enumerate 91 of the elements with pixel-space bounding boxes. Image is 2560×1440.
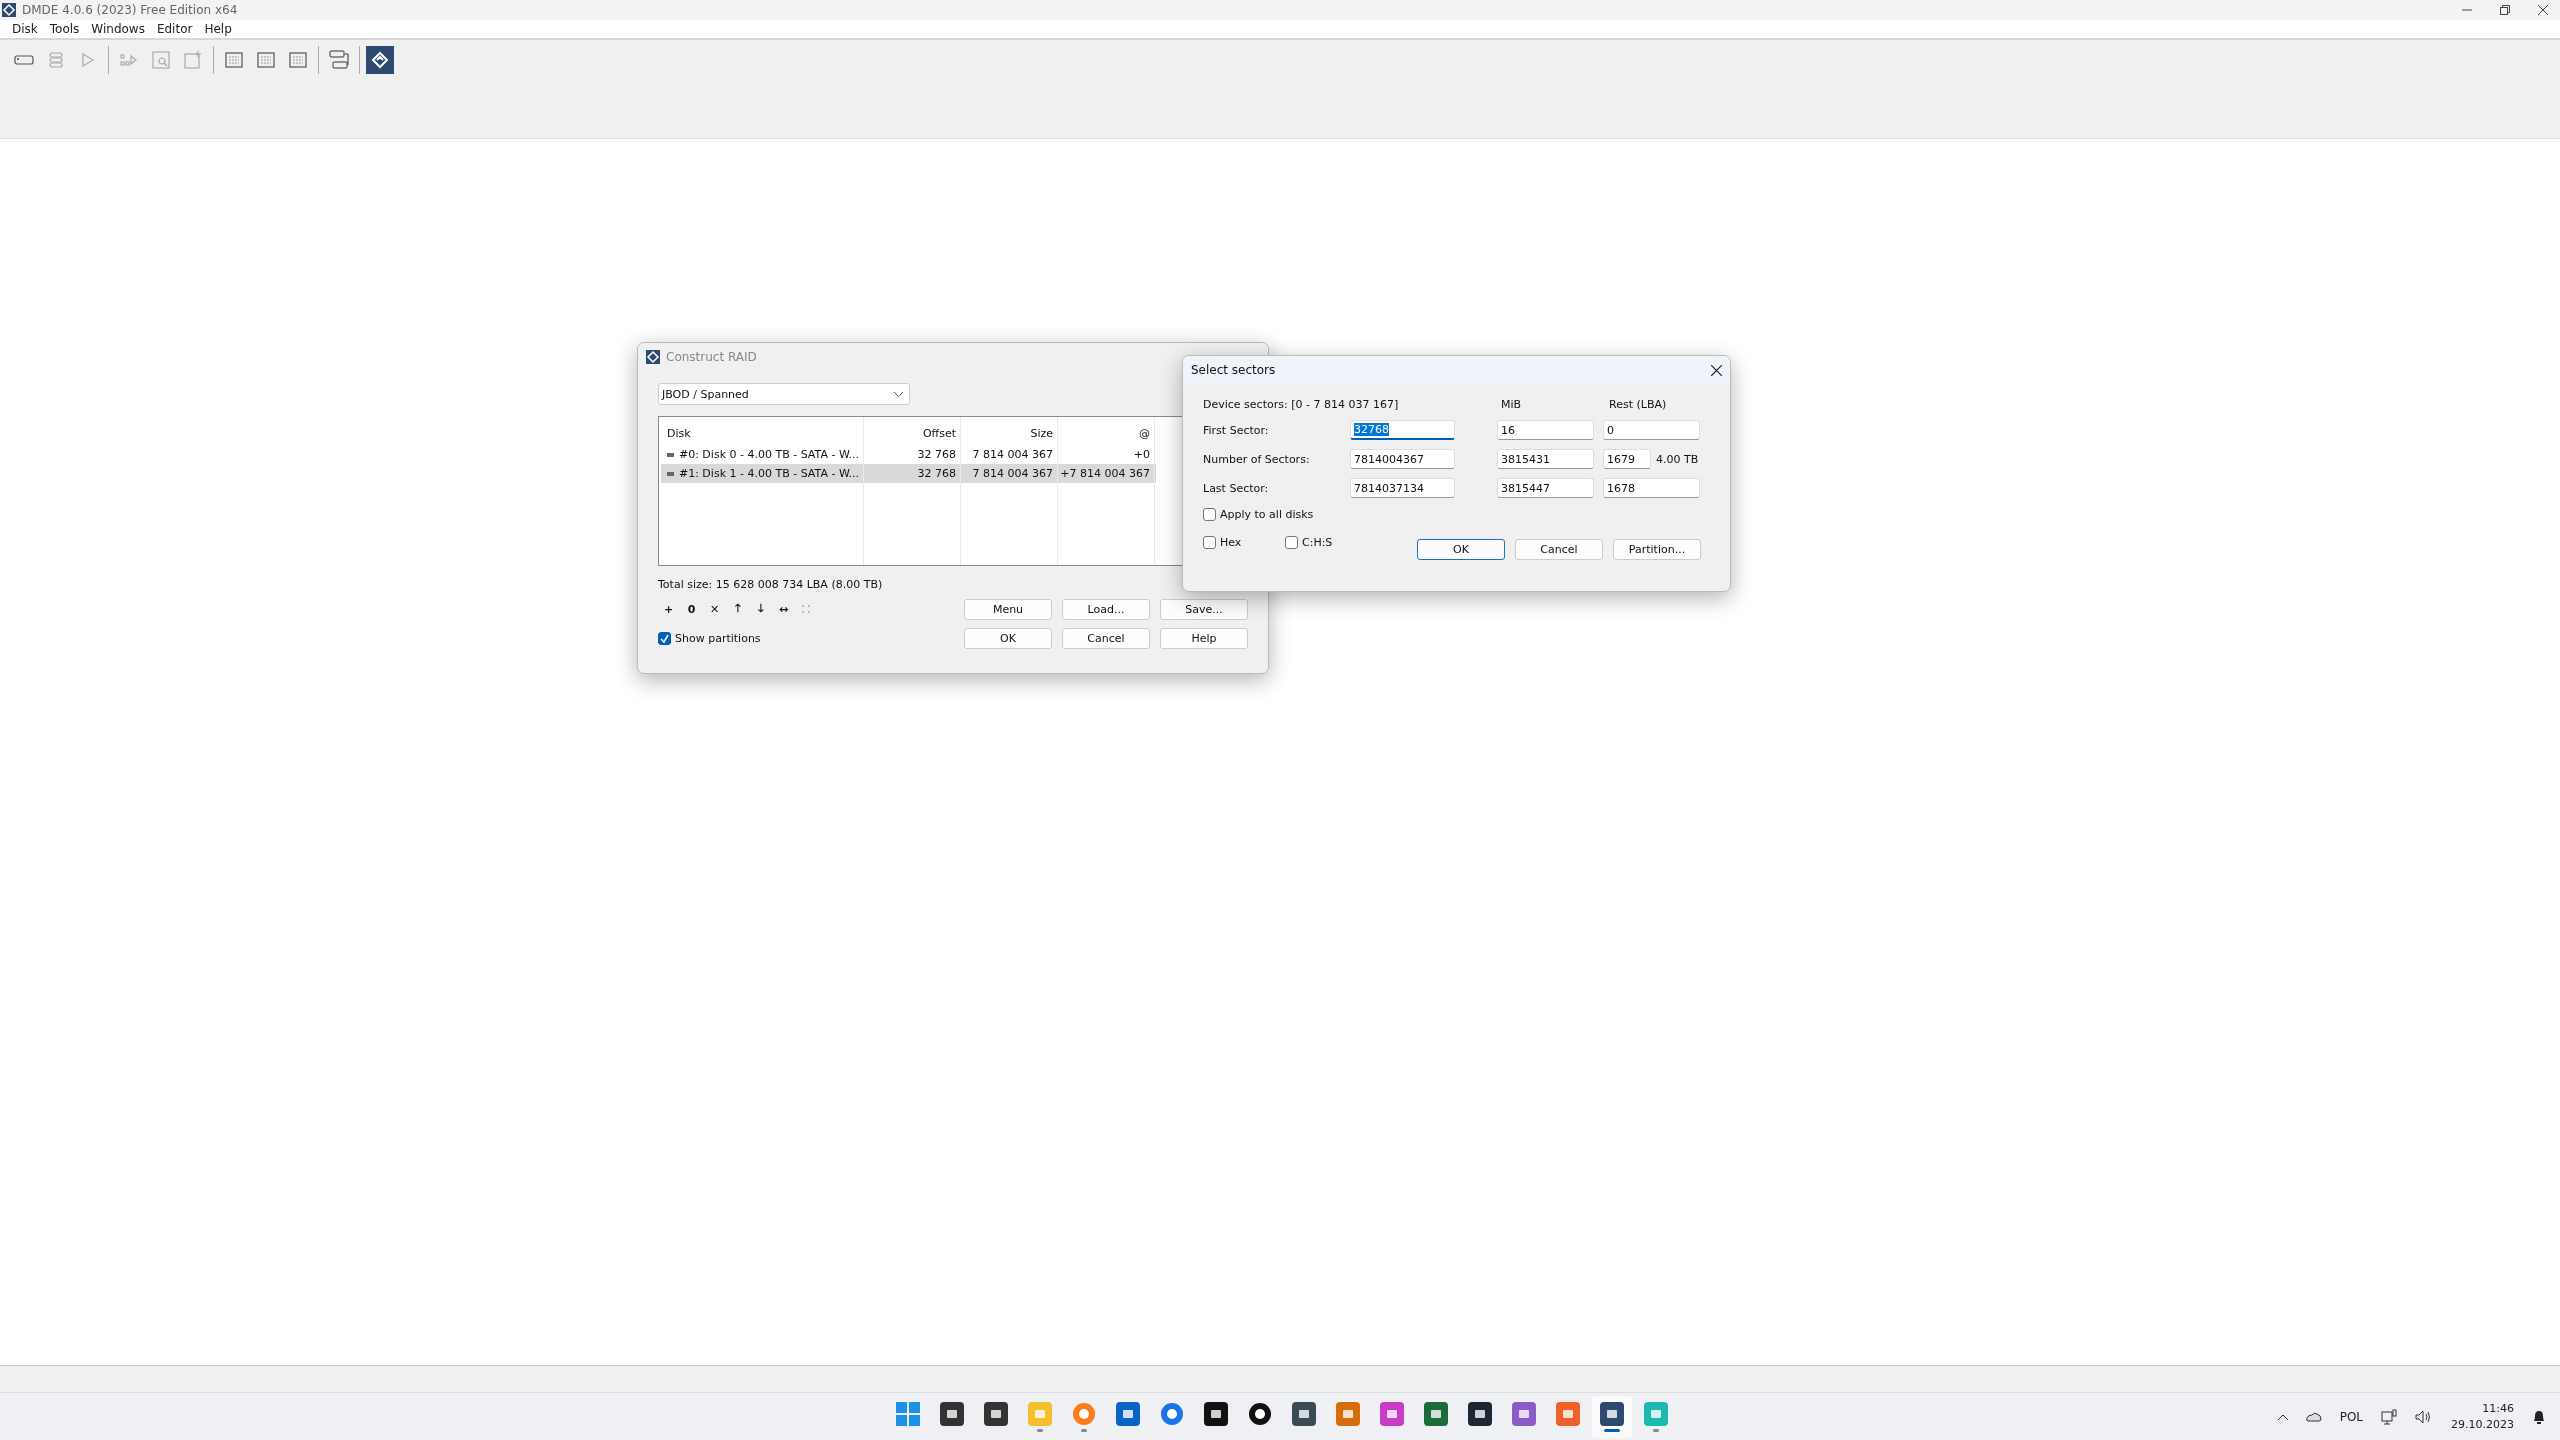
- dialog-title: Construct RAID: [666, 350, 758, 364]
- column-header[interactable]: @: [1059, 426, 1156, 440]
- rest-field[interactable]: 1679: [1603, 449, 1651, 469]
- sectors-field[interactable]: 7814037134: [1350, 478, 1455, 498]
- close-icon[interactable]: [1711, 364, 1722, 376]
- stack-icon: [49, 52, 63, 68]
- menu-item[interactable]: Editor: [150, 22, 199, 36]
- mib-field[interactable]: 3815447: [1497, 478, 1594, 498]
- mib-field[interactable]: 16: [1497, 420, 1594, 440]
- total-size-text: Total size: 15 628 008 734 LBA (8.00 TB): [658, 578, 884, 591]
- dialog-button[interactable]: OK: [964, 628, 1052, 649]
- blocks-icon: [120, 53, 138, 67]
- check-icon: [660, 634, 669, 643]
- table-row[interactable]: #1: Disk 1 - 4.00 TB - SATA - W... 32 768 7 814 004 367 +7 814 004 367: [661, 464, 1156, 483]
- menu-item[interactable]: Windows: [85, 22, 151, 36]
- drive-icon: [667, 471, 674, 476]
- drive-icon: [14, 55, 34, 65]
- table-cell: #1: Disk 1 - 4.00 TB - SATA - W...: [661, 467, 865, 480]
- dialog-button[interactable]: OK: [1417, 539, 1505, 560]
- tool-button[interactable]: +: [658, 599, 679, 620]
- app-icon: [1468, 1402, 1492, 1426]
- table-cell-text: 32 768: [916, 448, 957, 461]
- app-icon: [1512, 1402, 1536, 1426]
- speaker-icon[interactable]: [2415, 1409, 2433, 1424]
- tool-button[interactable]: 🡓: [750, 599, 771, 620]
- table-cell-text: 7 814 004 367: [971, 448, 1054, 461]
- table-cell-text: 7 814 004 367: [971, 467, 1054, 480]
- tool-button[interactable]: ↔: [773, 599, 794, 620]
- device-sectors-text: Device sectors: [0 - 7 814 037 167]: [1203, 398, 1400, 411]
- column-header[interactable]: Size: [962, 426, 1059, 440]
- chevron-icon: [894, 391, 903, 397]
- tool-button[interactable]: ✕: [704, 599, 725, 620]
- app-icon: [1556, 1402, 1580, 1426]
- menu-item[interactable]: Help: [198, 22, 238, 36]
- menu-item[interactable]: Disk: [6, 22, 44, 36]
- field-label: First Sector:: [1203, 423, 1270, 437]
- dialog-button[interactable]: Partition...: [1613, 539, 1701, 560]
- app-icon: [1424, 1402, 1448, 1426]
- field-label: Number of Sectors:: [1203, 452, 1311, 466]
- table-row[interactable]: #0: Disk 0 - 4.00 TB - SATA - W... 32 768 7 814 004 367 +0: [661, 445, 1156, 464]
- app-icon: [1644, 1402, 1668, 1426]
- table-cell-text: +7 814 004 367: [1059, 467, 1151, 480]
- tool-button[interactable]: 🡑: [727, 599, 748, 620]
- column-header: MiB: [1500, 398, 1523, 411]
- dialog-button[interactable]: Cancel: [1062, 628, 1150, 649]
- dialog-button[interactable]: Menu: [964, 599, 1052, 620]
- sectors-field[interactable]: 32768: [1350, 420, 1455, 440]
- list-window-icon: [289, 52, 307, 68]
- toolbar-button[interactable]: [366, 46, 394, 74]
- column-header[interactable]: Disk: [661, 426, 865, 440]
- clock[interactable]: 11:46 29.10.2023: [2451, 1400, 2514, 1433]
- raid-type-dropdown[interactable]: JBOD / Spanned: [658, 383, 910, 405]
- drive-icon: [667, 452, 674, 457]
- column-header: Rest (LBA): [1608, 398, 1668, 411]
- checkbox[interactable]: Show partitions: [658, 632, 761, 645]
- bell-icon[interactable]: [2532, 1408, 2546, 1425]
- panels-icon: [329, 50, 349, 70]
- list-window-icon: [257, 52, 275, 68]
- table-cell: #0: Disk 0 - 4.00 TB - SATA - W...: [661, 448, 865, 461]
- list-window-icon: [225, 52, 243, 68]
- search-icon: [152, 51, 170, 69]
- field-label: Last Sector:: [1203, 481, 1270, 495]
- dialog-button[interactable]: Cancel: [1515, 539, 1603, 560]
- size-text: 4.00 TB: [1655, 452, 1700, 466]
- sectors-field[interactable]: 7814004367: [1350, 449, 1455, 469]
- column-header[interactable]: Offset: [865, 426, 962, 440]
- chevron-up-icon[interactable]: [2277, 1413, 2288, 1420]
- table-cell-text: +0: [1132, 448, 1151, 461]
- language-indicator[interactable]: POL: [2339, 1409, 2363, 1424]
- dots-icon: [801, 604, 812, 615]
- checkbox[interactable]: Hex: [1203, 536, 1285, 549]
- windows-logo-icon: [896, 1402, 920, 1426]
- table-cell-text: 32 768: [916, 467, 957, 480]
- menu-item[interactable]: Tools: [43, 22, 86, 36]
- mib-field[interactable]: 3815431: [1497, 449, 1594, 469]
- tool-button[interactable]: 0: [681, 599, 702, 620]
- cloud-icon[interactable]: [2305, 1411, 2322, 1422]
- dialog-title: Select sectors: [1191, 363, 1277, 377]
- dialog-button[interactable]: Load...: [1062, 599, 1150, 620]
- app-icon: [1336, 1402, 1360, 1426]
- rest-field[interactable]: 1678: [1603, 478, 1700, 498]
- close-icon[interactable]: [2538, 5, 2548, 15]
- taskbar-button[interactable]: [1592, 1396, 1632, 1438]
- rest-field[interactable]: 0: [1603, 420, 1700, 440]
- dialog-button[interactable]: Save...: [1160, 599, 1248, 620]
- checkbox[interactable]: C:H:S: [1285, 536, 1417, 549]
- network-icon[interactable]: [2381, 1408, 2397, 1425]
- dialog-button[interactable]: Help: [1160, 628, 1248, 649]
- restore-icon[interactable]: [2500, 5, 2510, 15]
- window-title: DMDE 4.0.6 (2023) Free Edition x64: [22, 3, 239, 17]
- checkbox[interactable]: Apply to all disks: [1203, 508, 1710, 521]
